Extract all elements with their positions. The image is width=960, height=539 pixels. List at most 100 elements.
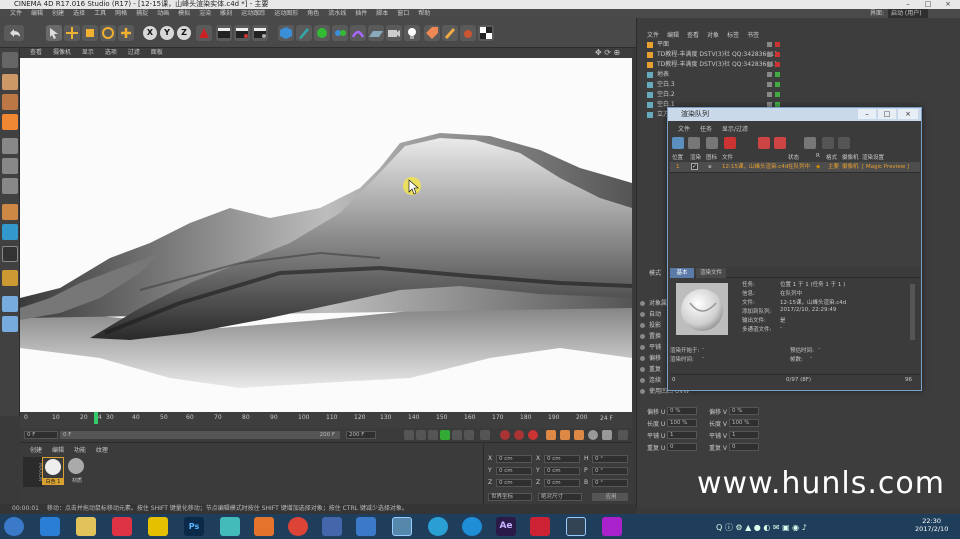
next-frame-icon[interactable] bbox=[452, 430, 462, 440]
frame-range-slider[interactable]: 0 F 200 F bbox=[60, 431, 340, 439]
goto-start-icon[interactable] bbox=[404, 430, 414, 440]
deformer-icon[interactable] bbox=[350, 25, 366, 41]
dialog-minimize-button[interactable]: – bbox=[858, 109, 876, 119]
lock-workplane-icon[interactable] bbox=[2, 270, 18, 286]
attr-radio-icon[interactable] bbox=[640, 367, 645, 372]
cube-icon[interactable] bbox=[278, 25, 294, 41]
render-job-list[interactable] bbox=[670, 172, 920, 267]
attr-radio-icon[interactable] bbox=[640, 345, 645, 350]
paint-icon[interactable] bbox=[460, 25, 476, 41]
render-settings-icon[interactable] bbox=[252, 25, 268, 41]
viewport-menu-panel[interactable]: 面板 bbox=[151, 49, 163, 56]
dialog-close-button[interactable]: × bbox=[898, 109, 918, 119]
menu-item[interactable]: 运动跟踪 bbox=[241, 10, 265, 17]
rq-column-header[interactable]: R bbox=[816, 153, 820, 159]
material-slot-white[interactable]: 白色 1 bbox=[42, 457, 64, 485]
obj-menu-item[interactable]: 编辑 bbox=[667, 32, 679, 39]
coord-size-field[interactable]: 0 cm bbox=[544, 479, 580, 487]
menu-item[interactable]: 动画 bbox=[157, 10, 169, 17]
menu-item[interactable]: 帮助 bbox=[418, 10, 430, 17]
qq-icon[interactable] bbox=[392, 517, 412, 536]
video-icon[interactable] bbox=[530, 517, 550, 536]
object-visibility-icon[interactable] bbox=[767, 72, 772, 77]
edges-mode-icon[interactable] bbox=[2, 158, 18, 174]
end-frame-field[interactable]: 200 F bbox=[346, 431, 376, 439]
floor-icon[interactable] bbox=[368, 25, 384, 41]
menu-item[interactable]: 文件 bbox=[10, 10, 22, 17]
object-check-icon[interactable] bbox=[775, 42, 780, 47]
rq-column-header[interactable]: 位置 bbox=[672, 153, 683, 161]
attr-radio-icon[interactable] bbox=[640, 312, 645, 317]
rq-info-scrollbar[interactable] bbox=[910, 284, 915, 340]
menu-item[interactable]: 插件 bbox=[355, 10, 367, 17]
viewport-menu-options[interactable]: 选项 bbox=[105, 49, 117, 56]
position-key-icon[interactable] bbox=[546, 430, 556, 440]
clock[interactable]: 22:30 2017/2/10 bbox=[915, 517, 948, 533]
rq-settings-icon[interactable] bbox=[838, 137, 850, 149]
snap-icon[interactable] bbox=[2, 246, 18, 262]
polygons-mode-icon[interactable] bbox=[2, 178, 18, 194]
attr-field-input[interactable]: 0 % bbox=[729, 407, 759, 415]
attr-field-input[interactable]: 0 bbox=[729, 443, 759, 451]
start-button[interactable] bbox=[4, 517, 24, 536]
axis-mode-icon[interactable] bbox=[2, 204, 18, 220]
render-job-row[interactable]: 1 ✓ ▪ 12-15课，山峰头渲染.c4d 在队列中 ◆ 主要 摄像机 [ M… bbox=[670, 162, 920, 172]
rq-column-header[interactable]: 格式 bbox=[826, 153, 837, 161]
object-row[interactable]: 地表 bbox=[637, 70, 960, 79]
timeline-playhead[interactable] bbox=[94, 412, 98, 424]
coord-rotation-field[interactable]: 0 ° bbox=[592, 455, 628, 463]
rq-column-header[interactable]: 渲染设置 bbox=[862, 153, 884, 161]
workplane-icon[interactable] bbox=[2, 114, 18, 130]
array-icon[interactable] bbox=[332, 25, 348, 41]
rq-log-icon[interactable] bbox=[822, 137, 834, 149]
viewport-menu-camera[interactable]: 摄像机 bbox=[53, 49, 71, 56]
checker-icon[interactable] bbox=[478, 25, 494, 41]
obj-menu-item[interactable]: 查看 bbox=[687, 32, 699, 39]
axis-y-button[interactable]: Y bbox=[160, 26, 174, 40]
cinema4d-icon[interactable] bbox=[566, 517, 586, 536]
object-check-icon[interactable] bbox=[775, 62, 780, 67]
render-view-icon[interactable] bbox=[216, 25, 232, 41]
rq-menu-file[interactable]: 文件 bbox=[678, 126, 690, 133]
keyframe-selection-icon[interactable] bbox=[528, 430, 538, 440]
menu-item[interactable]: 工具 bbox=[94, 10, 106, 17]
obj-menu-item[interactable]: 书签 bbox=[747, 32, 759, 39]
menu-item[interactable]: 选择 bbox=[73, 10, 85, 17]
light-icon[interactable] bbox=[404, 25, 420, 41]
coord-position-field[interactable]: 0 cm bbox=[496, 479, 532, 487]
attr-radio-icon[interactable] bbox=[640, 356, 645, 361]
start-frame-field[interactable]: 0 F bbox=[24, 431, 58, 439]
viewport-menu-display[interactable]: 显示 bbox=[82, 49, 94, 56]
layer-stack-icon[interactable] bbox=[2, 316, 18, 332]
menu-item[interactable]: 渲染 bbox=[199, 10, 211, 17]
make-editable-icon[interactable] bbox=[2, 52, 18, 68]
menu-item[interactable]: 脚本 bbox=[376, 10, 388, 17]
attr-field-input[interactable]: 0 % bbox=[667, 407, 697, 415]
record-icon[interactable] bbox=[500, 430, 510, 440]
object-row[interactable]: TD教程-丰满度 DSTV(3)社 QQ:342836011 bbox=[637, 60, 960, 69]
menu-item[interactable]: 窗口 bbox=[397, 10, 409, 17]
timeline-menu-icon[interactable] bbox=[618, 430, 628, 440]
object-check-icon[interactable] bbox=[775, 52, 780, 57]
play-icon[interactable] bbox=[440, 430, 450, 440]
rq-column-header[interactable]: 摄像机 bbox=[842, 153, 859, 161]
obj-menu-item[interactable]: 标签 bbox=[727, 32, 739, 39]
viewport-3d[interactable] bbox=[20, 58, 632, 412]
object-row[interactable]: TD教程-丰满度 DSTV(3)社 QQ:342836011 bbox=[637, 50, 960, 59]
tweak-mode-icon[interactable] bbox=[2, 224, 18, 240]
object-row[interactable]: 空白.3 bbox=[637, 80, 960, 89]
prev-key-icon[interactable] bbox=[416, 430, 426, 440]
menu-item[interactable]: 流水线 bbox=[328, 10, 346, 17]
subdivision-icon[interactable] bbox=[314, 25, 330, 41]
pen-icon[interactable] bbox=[296, 25, 312, 41]
timeline-ruler[interactable]: 0102024304050607080901001101201301401501… bbox=[20, 412, 632, 424]
render-picture-viewer-icon[interactable] bbox=[234, 25, 250, 41]
goto-end-icon[interactable] bbox=[480, 430, 490, 440]
layer-icon[interactable] bbox=[2, 296, 18, 312]
rq-edit-icon[interactable] bbox=[706, 137, 718, 149]
mat-menu-create[interactable]: 创建 bbox=[30, 447, 42, 454]
bird-icon[interactable] bbox=[356, 517, 376, 536]
after-effects-icon[interactable]: Ae bbox=[496, 517, 516, 536]
mat-menu-texture[interactable]: 纹理 bbox=[96, 447, 108, 454]
rq-tab-render-files[interactable]: 渲染文件 bbox=[696, 268, 726, 278]
